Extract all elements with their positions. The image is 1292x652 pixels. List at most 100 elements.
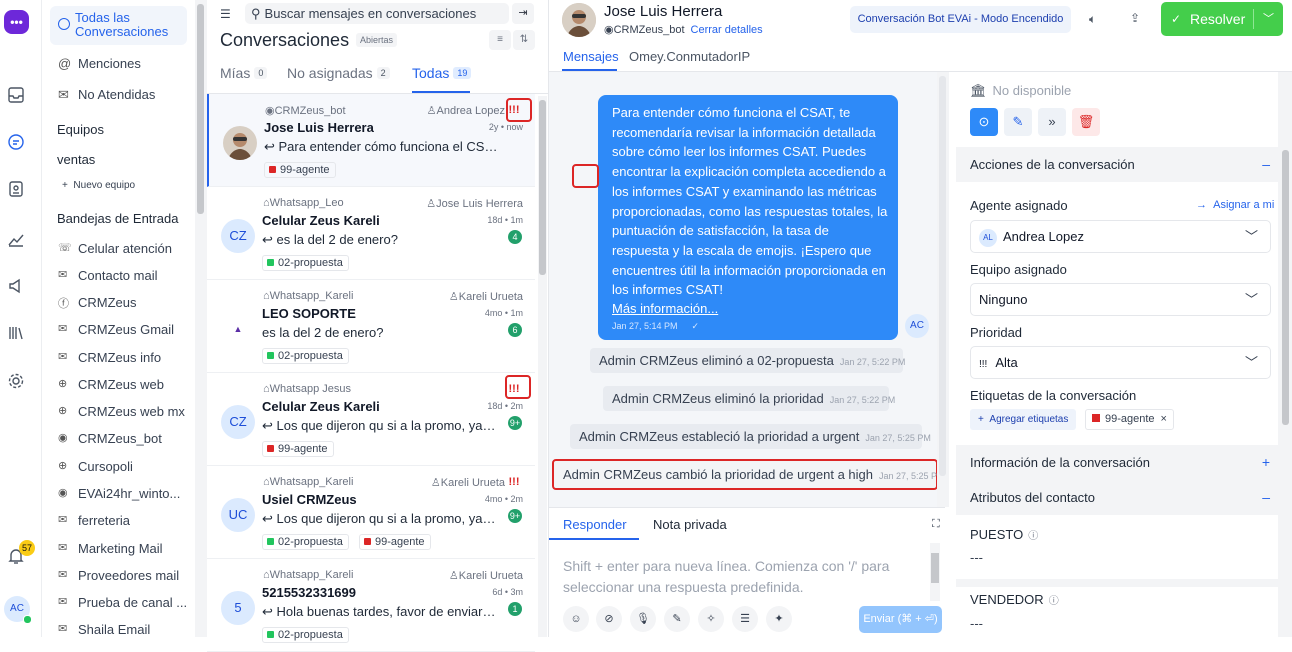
- tab-unassigned[interactable]: No asignadas 2: [287, 65, 390, 81]
- sidebar-inbox-item[interactable]: ⊕ CRMZeus web mx: [50, 400, 190, 422]
- search-input[interactable]: ⚲ Buscar mensajes en conversaciones: [245, 3, 509, 24]
- attachment-icon[interactable]: ⊘: [596, 606, 622, 632]
- conversation-card[interactable]: ⌂Whatsapp_Leo ♙Jose Luis Herrera CZ Celular…: [207, 187, 535, 280]
- library-icon[interactable]: [5, 322, 27, 344]
- chat-scrollbar[interactable]: [937, 72, 949, 507]
- reply-input[interactable]: Shift + enter para nueva línea. Comienza…: [563, 556, 913, 598]
- tab-private-note[interactable]: Nota privada: [653, 517, 727, 532]
- conversation-card[interactable]: ◉CRMZeus_bot ♙Andrea Lopez!!! Jose Luis He…: [207, 94, 535, 187]
- attr-puesto-value[interactable]: ---: [970, 550, 983, 565]
- sidebar-inbox-item[interactable]: ✉ CRMZeus Gmail: [50, 318, 190, 340]
- close-icon[interactable]: ×: [1161, 413, 1167, 425]
- card-agent: ♙Kareli Urueta: [430, 477, 505, 489]
- unread-badge: 9+: [508, 416, 522, 430]
- app-logo[interactable]: •••: [4, 10, 29, 34]
- conversation-card[interactable]: ⌂Whatsapp Jesus!!! CZ Celular Zeus Kareli 1…: [207, 373, 535, 466]
- conversations-icon[interactable]: [5, 131, 27, 153]
- priority-select[interactable]: !!! Alta ﹀: [970, 346, 1271, 379]
- check-icon: ✓: [691, 321, 700, 331]
- ai-assist-icon[interactable]: ✧: [698, 606, 724, 632]
- list-scrollbar[interactable]: [538, 96, 547, 637]
- tab-omey[interactable]: Omey.ConmutadorIP: [629, 49, 750, 64]
- collapse-icon[interactable]: ⇥: [512, 3, 534, 24]
- sidebar-inbox-item[interactable]: ✉ Proveedores mail: [50, 564, 190, 586]
- emoji-icon[interactable]: ☺: [563, 606, 589, 632]
- sidebar-inbox-item[interactable]: ✉ Contacto mail: [50, 264, 190, 286]
- scrollbar-thumb[interactable]: [539, 100, 546, 275]
- sidebar-inbox-item[interactable]: ✉ Marketing Mail: [50, 537, 190, 559]
- canned-response-icon[interactable]: ☰: [732, 606, 758, 632]
- sidebar-inbox-item[interactable]: ◉ CRMZeus_bot: [50, 427, 190, 449]
- sidebar-inbox-item[interactable]: ⊕ CRMZeus web: [50, 373, 190, 395]
- send-button[interactable]: Enviar (⌘ + ⏎): [859, 606, 942, 633]
- scrollbar-thumb[interactable]: [939, 76, 946, 476]
- attributes-section-header[interactable]: Atributos del contacto –: [956, 480, 1284, 515]
- sidebar-inbox-item[interactable]: ✉ Prueba de canal ...: [50, 591, 190, 613]
- sidebar-inbox-item[interactable]: ⓕ CRMZeus: [50, 291, 190, 313]
- new-message-icon[interactable]: ⊙: [970, 108, 998, 136]
- attr-vendedor-value[interactable]: ---: [970, 616, 983, 631]
- inbox-icon[interactable]: [5, 84, 27, 106]
- contact-inbox: ◉CRMZeus_bot Cerrar detalles: [604, 24, 763, 36]
- globe-icon: ⊕: [58, 405, 68, 417]
- sidebar-item-unattended[interactable]: ✉ No Atendidas: [50, 83, 190, 105]
- bot-mode-button[interactable]: Conversación Bot EVAi - Modo Encendido: [850, 6, 1071, 33]
- campaigns-icon[interactable]: [5, 275, 27, 297]
- panel-scrollbar[interactable]: [1278, 72, 1292, 637]
- sort-icon[interactable]: ⇅: [513, 30, 535, 50]
- agent-select[interactable]: AL Andrea Lopez ﹀: [970, 220, 1271, 253]
- filter-icon[interactable]: ≡: [489, 30, 511, 50]
- add-labels-button[interactable]: + Agregar etiquetas: [970, 409, 1077, 430]
- close-details-link[interactable]: Cerrar detalles: [691, 24, 763, 36]
- sidebar-item-mentions[interactable]: @ Menciones: [50, 52, 190, 74]
- settings-icon[interactable]: [5, 370, 27, 392]
- plus-icon: +: [1261, 454, 1270, 470]
- sidebar-inbox-item[interactable]: ✉ CRMZeus info: [50, 346, 190, 368]
- more-info-link[interactable]: Más información...: [612, 301, 718, 316]
- reply-scrollbar[interactable]: [930, 543, 940, 601]
- check-icon: ✓: [1171, 12, 1182, 26]
- trash-icon[interactable]: 🗑︎: [1072, 108, 1100, 136]
- share-icon[interactable]: ⇪: [1130, 11, 1140, 25]
- tab-messages[interactable]: Mensajes: [563, 49, 619, 64]
- sidebar-item-team-ventas[interactable]: ventas: [57, 152, 95, 167]
- conversation-card[interactable]: ⌂Whatsapp_Kareli ♙Kareli Urueta 5 521553233…: [207, 559, 535, 652]
- magic-icon[interactable]: ✦: [766, 606, 792, 632]
- reports-icon[interactable]: [5, 228, 27, 250]
- menu-icon[interactable]: ☰: [220, 7, 231, 21]
- sidebar-inbox-item[interactable]: ⊕ Cursopoli: [50, 455, 190, 477]
- tab-mine[interactable]: Mías 0: [220, 65, 268, 81]
- tab-reply[interactable]: Responder: [563, 517, 627, 532]
- labels-label: Etiquetas de la conversación: [970, 388, 1137, 403]
- tab-all[interactable]: Todas 19: [412, 65, 472, 81]
- reply-icon: ↩: [262, 511, 277, 526]
- chevron-down-icon[interactable]: ﹀: [1263, 2, 1274, 36]
- new-team-button[interactable]: + Nuevo equipo: [62, 180, 135, 191]
- conversation-card[interactable]: ⌂Whatsapp_Kareli ♙Kareli Urueta ▲ LEO SOPOR…: [207, 280, 535, 373]
- arrow-right-icon: →: [1196, 199, 1214, 211]
- actions-section-header[interactable]: Acciones de la conversación –: [956, 147, 1284, 182]
- microphone-icon[interactable]: 🎙︎: [630, 606, 656, 632]
- scrollbar-thumb[interactable]: [197, 4, 204, 214]
- sidebar-scrollbar[interactable]: [195, 0, 207, 637]
- conversation-card[interactable]: ⌂Whatsapp_Kareli ♙Kareli Urueta!!! UC Usiel…: [207, 466, 535, 559]
- edit-icon[interactable]: ✎: [1004, 108, 1032, 136]
- scrollbar-thumb[interactable]: [931, 553, 939, 583]
- mute-icon[interactable]: 🔈︎: [1089, 12, 1096, 27]
- contacts-icon[interactable]: [5, 178, 27, 200]
- info-section-header[interactable]: Información de la conversación +: [956, 445, 1284, 480]
- sidebar-inbox-item[interactable]: ◉ EVAi24hr_winto...: [50, 482, 190, 504]
- sidebar-item-all-conversations[interactable]: Todas las Conversaciones: [50, 6, 187, 45]
- scrollbar-thumb[interactable]: [1282, 150, 1289, 425]
- assign-me-link[interactable]: → Asignar a mi: [1196, 199, 1274, 211]
- user-avatar[interactable]: AC: [4, 596, 32, 624]
- expand-icon[interactable]: ⛶: [932, 518, 940, 531]
- signature-icon[interactable]: ✎: [664, 606, 690, 632]
- status-filter[interactable]: Abiertas: [356, 33, 398, 47]
- resolve-button[interactable]: ✓ Resolver ﹀: [1161, 2, 1283, 36]
- team-select[interactable]: Ninguno ﹀: [970, 283, 1271, 316]
- sidebar-inbox-item[interactable]: ☏ Celular atención: [50, 237, 190, 259]
- merge-icon[interactable]: »: [1038, 108, 1066, 136]
- sidebar-inbox-item[interactable]: ✉ ferreteria: [50, 509, 190, 531]
- contact-avatar: ▲: [221, 312, 255, 346]
